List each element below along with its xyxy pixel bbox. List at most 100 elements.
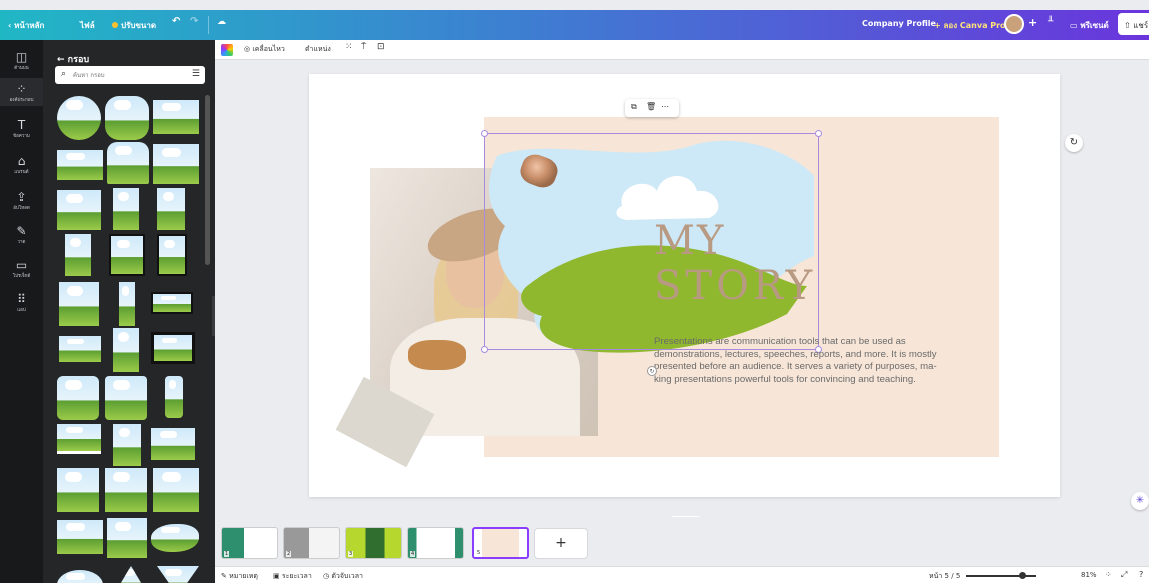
filter-icon[interactable]: ☰ (192, 69, 200, 79)
frame-circle[interactable] (57, 96, 101, 140)
avatar[interactable] (1004, 14, 1024, 34)
frame-ellipse[interactable] (57, 570, 103, 583)
rail-item-text[interactable]: T ข้อความ (0, 114, 43, 142)
position-button[interactable]: ตำแหน่ง (305, 44, 331, 55)
frame-scalloped[interactable] (105, 96, 149, 140)
frame-tall-2[interactable] (113, 424, 141, 466)
animate-label: เคลื่อนไหว (252, 45, 285, 53)
notes-button[interactable]: ✎ หมายเหตุ (221, 571, 258, 582)
more-icon[interactable]: ⋯ (661, 102, 669, 111)
page-indicator[interactable]: หน้า 5 / 5 (929, 571, 960, 582)
frame-tall-torn[interactable] (113, 188, 139, 230)
frame-monitor[interactable] (151, 332, 195, 364)
page-thumbnail[interactable]: 2 (283, 527, 340, 559)
redo-icon[interactable]: ↷ (190, 16, 198, 27)
resize-handle[interactable] (481, 346, 488, 353)
resize-handle[interactable] (481, 130, 488, 137)
slide-title-line2[interactable]: STORY (654, 266, 816, 306)
timer-button[interactable]: ◷ ตัวจับเวลา (323, 571, 363, 582)
animate-button[interactable]: ◎ เคลื่อนไหว (244, 44, 285, 55)
refresh-icon[interactable]: ↻ (1065, 134, 1083, 152)
format-painter-icon[interactable]: ⍑ (361, 42, 366, 52)
panel-scrollbar[interactable] (205, 95, 210, 265)
present-button[interactable]: ▭ พรีเซนต์ (1070, 19, 1109, 32)
elements-icon: ⁘ (16, 82, 27, 96)
zoom-level[interactable]: 81% (1081, 571, 1097, 579)
frame-square-3[interactable] (105, 468, 147, 512)
slide-body-text[interactable]: Presentations are communication tools th… (654, 336, 954, 386)
frame-tall-rect[interactable] (157, 188, 185, 230)
rotate-icon[interactable]: ↻ (647, 366, 657, 376)
add-page-button[interactable]: + (534, 528, 588, 559)
lock-icon[interactable]: ⊡ (377, 42, 385, 52)
frame-square-4[interactable] (153, 468, 199, 512)
rail-item-elements[interactable]: ⁘ องค์ประกอบ (0, 78, 43, 106)
undo-icon[interactable]: ↶ (172, 16, 180, 27)
slide-title-line1[interactable]: MY (654, 221, 725, 261)
duration-button[interactable]: ▣ ระยะเวลา (273, 571, 312, 582)
frame-triple[interactable] (59, 336, 101, 362)
add-people-icon[interactable]: + (1028, 16, 1037, 29)
apps-icon: ⠿ (17, 292, 26, 306)
share-button[interactable]: ⇧ แชร์ (1118, 13, 1149, 35)
frame-brush-2[interactable] (57, 520, 103, 554)
frame-torn-rect[interactable] (153, 100, 199, 134)
cloud-sync-icon[interactable]: ☁ (217, 17, 226, 27)
insights-icon[interactable]: ╨ (1048, 17, 1053, 27)
element-float-toolbar: ⧉ 🗑 ⋯ (625, 99, 679, 117)
resize-button[interactable]: ปรับขนาด (112, 19, 156, 32)
frame-rounded[interactable] (57, 376, 99, 420)
page-thumbnail-selected[interactable]: 5 (472, 527, 529, 559)
page-thumbnail[interactable]: 3 (345, 527, 402, 559)
frame-triangle-down[interactable] (157, 566, 199, 583)
frame-wave[interactable] (57, 150, 103, 180)
frame-film[interactable] (109, 234, 145, 276)
home-button[interactable]: ‹ หน้าหลัก (8, 19, 44, 32)
frame-strip[interactable] (119, 282, 135, 326)
frame-print[interactable] (57, 424, 101, 454)
file-menu[interactable]: ไฟล์ (80, 19, 95, 32)
rail-item-projects[interactable]: ▭ โปรเจ็กต์ (0, 254, 43, 282)
duplicate-icon[interactable]: ⧉ (631, 102, 637, 112)
help-icon[interactable]: ? (1139, 570, 1143, 579)
frame-triangle[interactable] (113, 566, 149, 583)
try-pro-button[interactable]: + ลอง Canva Pro (934, 19, 1006, 32)
slide-page[interactable]: ⧉ 🗑 ⋯ MY STORY Presentations are communi… (309, 74, 1060, 497)
frame-wide[interactable] (151, 428, 195, 460)
frame-polaroid[interactable] (59, 282, 99, 326)
frame-square-2[interactable] (57, 468, 99, 512)
fullscreen-icon[interactable]: ⤢ (1121, 570, 1127, 580)
zoom-slider-knob[interactable] (1018, 572, 1026, 579)
frame-brush[interactable] (57, 190, 101, 230)
frame-brush-3[interactable] (107, 518, 147, 558)
upload-icon: ⇪ (16, 190, 27, 204)
page-thumbnail[interactable]: 1 (221, 527, 278, 559)
rail-item-apps[interactable]: ⠿ แอป (0, 288, 43, 316)
resize-handle[interactable] (815, 130, 822, 137)
zoom-slider[interactable] (966, 572, 1036, 579)
color-picker-icon[interactable] (221, 44, 233, 56)
page-number: 4 (410, 551, 416, 557)
magic-assist-icon[interactable]: ✳ (1131, 492, 1149, 510)
frame-vertical[interactable] (113, 328, 139, 372)
rail-item-draw[interactable]: ✎ วาด (0, 220, 43, 248)
rail-item-templates[interactable]: ◫ ด้านบน (0, 46, 43, 74)
rail-item-uploads[interactable]: ⇪ อัปโหลด (0, 186, 43, 214)
trash-icon[interactable]: 🗑 (646, 102, 656, 111)
search-input[interactable] (73, 69, 183, 81)
frame-arch[interactable] (107, 142, 149, 184)
frame-notched[interactable] (153, 144, 199, 184)
panel-title[interactable]: ← กรอบ (57, 52, 89, 66)
rail-item-brand[interactable]: ⌂ แบรนด์ (0, 150, 43, 178)
frame-phone[interactable] (65, 234, 91, 276)
frame-tall-round[interactable] (165, 376, 183, 418)
document-title[interactable]: Company Profile (862, 19, 936, 28)
transparency-icon[interactable]: ⁙ (345, 42, 353, 52)
page-thumbnail[interactable]: 4 (407, 527, 464, 559)
grid-view-icon[interactable]: ⁘ (1105, 570, 1112, 579)
frame-triptych[interactable] (151, 292, 193, 314)
frame-film-2[interactable] (157, 234, 187, 276)
frames-panel: ← กรอบ ⌕ ☰ (43, 40, 215, 583)
frame-square[interactable] (105, 376, 147, 420)
frame-splash[interactable] (151, 524, 199, 552)
